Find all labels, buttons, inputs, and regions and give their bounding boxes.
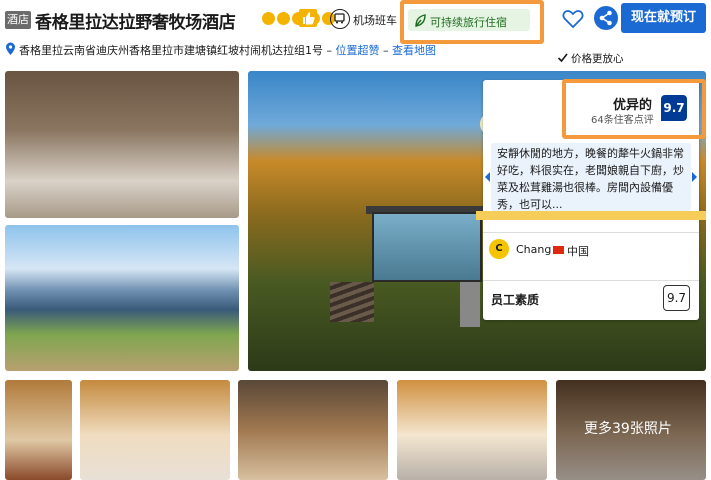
address-text: 香格里拉云南省迪庆州香格里拉市建塘镇红坡村闹机达拉组1号 bbox=[19, 44, 323, 57]
location-rating-link[interactable]: 位置超赞 bbox=[336, 44, 380, 57]
thumbs-up-icon bbox=[299, 9, 317, 27]
photo-detail bbox=[372, 212, 482, 282]
review-quote: 安靜休閒的地方，晚餐的犛牛火鍋非常好吃，料很实在，老闆娘親自下廚，炒菜及松茸雞湯… bbox=[497, 147, 684, 211]
address-separator: – bbox=[379, 44, 392, 57]
photo-bathroom[interactable] bbox=[5, 71, 239, 218]
photo-detail bbox=[330, 282, 374, 322]
star-icon bbox=[262, 12, 275, 25]
flag-icon bbox=[553, 246, 564, 254]
category-score: 9.7 bbox=[663, 285, 690, 311]
property-type-tag: 酒店 bbox=[5, 11, 31, 29]
photo-landscape[interactable] bbox=[5, 225, 239, 371]
book-now-button[interactable]: 现在就预订 bbox=[621, 3, 706, 33]
reviewer-name: Chang bbox=[516, 243, 552, 256]
category-label: 员工素质 bbox=[491, 293, 540, 307]
view-map-link[interactable]: 查看地图 bbox=[392, 44, 436, 57]
heart-icon[interactable] bbox=[562, 9, 584, 29]
price-promise[interactable]: 价格更放心 bbox=[557, 51, 624, 66]
highlight-frame bbox=[400, 0, 544, 44]
avatar: C bbox=[489, 239, 509, 259]
more-photos-label[interactable]: 更多39张照片 bbox=[584, 418, 672, 438]
hotel-address: 香格里拉云南省迪庆州香格里拉市建塘镇红坡村闹机达拉组1号 – 位置超赞 – 查看… bbox=[19, 42, 436, 58]
shuttle-icon bbox=[330, 9, 350, 29]
photo-thumbnail[interactable] bbox=[5, 380, 72, 480]
share-icon[interactable] bbox=[594, 6, 618, 30]
photo-thumbnail[interactable] bbox=[80, 380, 230, 480]
shuttle-label: 机场班车 bbox=[353, 14, 397, 27]
highlight-bar bbox=[476, 211, 706, 220]
photo-detail bbox=[460, 282, 480, 327]
photo-thumbnail[interactable] bbox=[397, 380, 547, 480]
hotel-header: 酒店 香格里拉达拉野奢牧场酒店 机场班车 可持续旅行住宿 现在就预订 香格里拉云… bbox=[0, 0, 711, 70]
hotel-name: 香格里拉达拉野奢牧场酒店 bbox=[35, 13, 236, 33]
highlight-frame bbox=[562, 79, 706, 139]
prev-arrow-icon[interactable] bbox=[485, 172, 490, 182]
pin-icon bbox=[5, 41, 16, 55]
reviewer-country: 中国 bbox=[567, 245, 589, 258]
airport-shuttle-badge: 机场班车 bbox=[328, 6, 398, 32]
star-icon bbox=[277, 12, 290, 25]
photo-thumbnail[interactable] bbox=[238, 380, 388, 480]
next-arrow-icon[interactable] bbox=[692, 172, 697, 182]
price-promise-label: 价格更放心 bbox=[571, 53, 624, 65]
check-icon bbox=[557, 52, 568, 63]
address-separator: – bbox=[323, 44, 336, 57]
